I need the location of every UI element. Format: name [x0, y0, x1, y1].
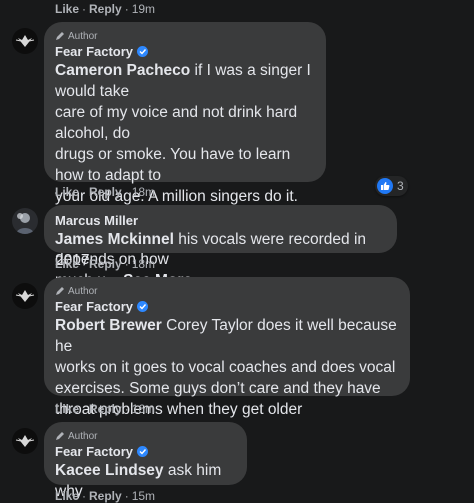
comment-actions: Like · Reply · 16m — [55, 402, 156, 416]
timestamp[interactable]: 18m — [132, 185, 155, 199]
user-photo-icon — [16, 213, 34, 234]
avatar-fear-factory[interactable] — [12, 283, 38, 309]
comment-actions: Like · Reply · 18m — [55, 185, 156, 199]
timestamp[interactable]: 18m — [132, 257, 155, 271]
mention-link[interactable]: Cameron Pacheco — [55, 62, 190, 79]
reply-button[interactable]: Reply — [89, 257, 122, 271]
author-name[interactable]: Fear Factory — [55, 443, 235, 460]
mention-link[interactable]: James Mckinnel — [55, 231, 174, 248]
comment-bubble: Author Fear Factory Kacee Lindsey ask hi… — [44, 422, 247, 500]
reply-button[interactable]: Reply — [89, 489, 122, 503]
reaction-summary[interactable]: 3 — [375, 176, 408, 196]
pencil-icon — [56, 32, 64, 40]
avatar-fear-factory[interactable] — [12, 428, 38, 454]
comment-actions: Like · Reply · 19m — [55, 2, 156, 16]
like-button[interactable]: Like — [55, 402, 79, 416]
verified-badge-icon — [137, 301, 149, 312]
mention-link[interactable]: Kacee Lindsey — [55, 462, 164, 479]
fear-factory-logo-icon — [15, 35, 35, 47]
verified-badge-icon — [137, 446, 149, 457]
comment-actions: Like · Reply · 18m — [55, 257, 156, 271]
reply-button[interactable]: Reply — [89, 185, 122, 199]
like-button[interactable]: Like — [55, 489, 79, 503]
author-badge: Author — [55, 429, 235, 443]
verified-badge-icon — [137, 46, 149, 57]
like-button[interactable]: Like — [55, 185, 79, 199]
avatar-fear-factory[interactable] — [12, 28, 38, 54]
pencil-icon — [56, 432, 64, 440]
avatar-marcus-miller[interactable] — [12, 208, 38, 234]
timestamp[interactable]: 19m — [132, 2, 155, 16]
comment-bubble: Author Fear Factory Robert Brewer Corey … — [44, 277, 410, 418]
like-reaction-icon — [377, 178, 393, 194]
mention-link[interactable]: Robert Brewer — [55, 317, 162, 334]
like-button[interactable]: Like — [55, 2, 79, 16]
like-button[interactable]: Like — [55, 257, 79, 271]
timestamp[interactable]: 16m — [132, 402, 155, 416]
comment-actions: Like · Reply · 15m — [55, 489, 156, 503]
comment-bubble: Marcus Miller James Mckinnel his vocals … — [44, 205, 397, 269]
fear-factory-logo-icon — [15, 290, 35, 302]
author-name[interactable]: Marcus Miller — [55, 212, 385, 229]
fear-factory-logo-icon — [15, 435, 35, 447]
reply-button[interactable]: Reply — [89, 402, 122, 416]
pencil-icon — [56, 287, 64, 295]
comment-bubble: Author Fear Factory Cameron Pacheco if I… — [44, 22, 326, 289]
reply-button[interactable]: Reply — [89, 2, 122, 16]
author-name[interactable]: Fear Factory — [55, 43, 314, 60]
timestamp[interactable]: 15m — [132, 489, 155, 503]
author-badge: Author — [55, 284, 398, 298]
reaction-count: 3 — [397, 179, 404, 193]
author-name[interactable]: Fear Factory — [55, 298, 398, 315]
author-badge: Author — [55, 29, 314, 43]
